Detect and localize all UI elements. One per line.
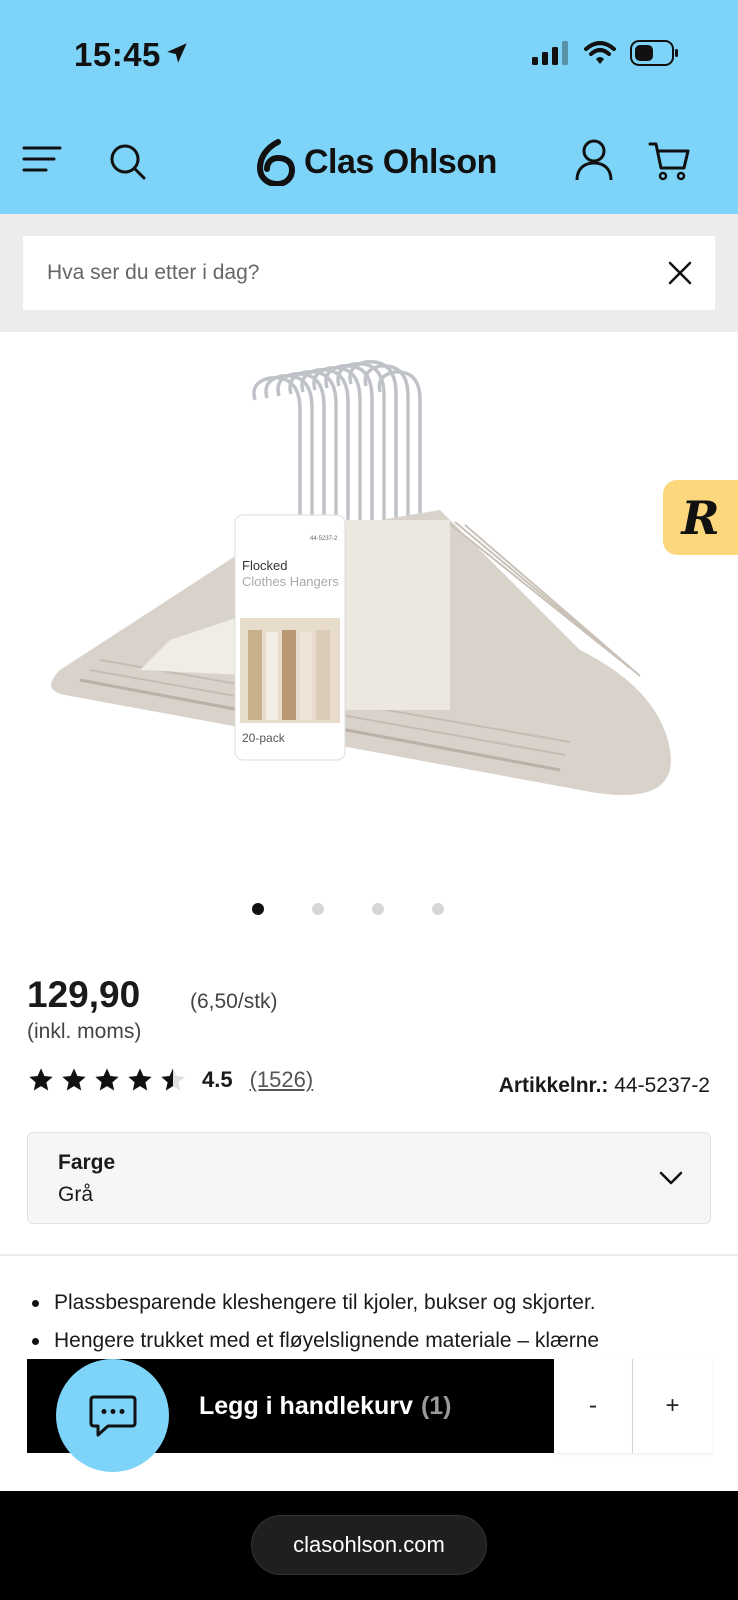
article-number: Artikkelnr.: 44-5237-2	[499, 1074, 710, 1098]
hamburger-menu-icon	[22, 146, 62, 172]
package-subtitle: Clothes Hangers	[242, 574, 339, 589]
color-label: Farge	[58, 1151, 116, 1174]
increase-quantity-button[interactable]: +	[633, 1359, 712, 1453]
section-divider	[0, 1254, 738, 1256]
cart-quantity: (1)	[420, 1391, 452, 1420]
decrease-quantity-button[interactable]: -	[554, 1359, 633, 1453]
top-navigation: Clas Ohlson	[0, 130, 738, 200]
gallery-dot-2[interactable]	[312, 903, 324, 915]
close-icon[interactable]	[667, 260, 693, 286]
hanger-hooks	[252, 360, 422, 520]
chevron-down-icon	[659, 1171, 683, 1185]
search-area	[0, 214, 738, 332]
package-article: 44-5237-2	[310, 536, 338, 542]
article-value: 44-5237-2	[614, 1074, 710, 1097]
search-input[interactable]	[23, 261, 643, 285]
unit-price: (6,50/stk)	[190, 990, 278, 1013]
package-title: Flocked	[242, 558, 288, 573]
gallery-dot-4[interactable]	[432, 903, 444, 915]
reviews-link[interactable]: (1526)	[250, 1067, 314, 1093]
account-button[interactable]	[574, 138, 614, 182]
battery-icon	[630, 40, 678, 66]
status-time: 15:45	[74, 36, 161, 73]
package-pack: 20-pack	[242, 731, 286, 745]
star-icon	[128, 1068, 152, 1091]
search-box	[23, 236, 715, 310]
search-button[interactable]	[108, 142, 148, 182]
url-bar[interactable]: clasohlson.com	[251, 1515, 487, 1575]
gallery-dot-1[interactable]	[252, 903, 264, 915]
app-header: 15:45 Clas Ohlson	[0, 0, 738, 214]
user-icon	[575, 139, 613, 181]
product-image[interactable]: Flocked Clothes Hangers 20-pack 44-5237-…	[20, 350, 720, 850]
wifi-icon	[584, 41, 616, 64]
status-indicators	[532, 40, 680, 66]
list-item: Plassbesparende kleshengere til kjoler, …	[30, 1284, 720, 1322]
reco-badge-button[interactable]: R	[663, 480, 738, 555]
product-price: 129,90	[27, 974, 141, 1015]
shopping-cart-icon	[648, 142, 690, 181]
location-arrow-icon	[167, 43, 187, 63]
clas-ohlson-logo-icon	[256, 139, 296, 186]
article-label: Artikkelnr.:	[498, 1074, 609, 1097]
reco-badge-letter: R	[681, 490, 720, 545]
color-dropdown[interactable]: Farge Grå	[27, 1132, 711, 1224]
color-value: Grå	[58, 1183, 94, 1206]
url-text: clasohlson.com	[293, 1532, 445, 1557]
half-star-icon	[161, 1068, 185, 1091]
gallery-pagination	[252, 903, 444, 915]
cart-button[interactable]	[648, 140, 690, 182]
brand-logo[interactable]: Clas Ohlson	[256, 138, 497, 186]
chat-icon	[89, 1395, 136, 1436]
menu-button[interactable]	[22, 142, 62, 176]
add-to-cart-label: Legg i handlekurv	[199, 1391, 413, 1420]
package-card: Flocked Clothes Hangers 20-pack 44-5237-…	[234, 514, 346, 761]
hanger-stack	[51, 510, 671, 795]
feature-list: Plassbesparende kleshengere til kjoler, …	[30, 1284, 720, 1360]
star-icon	[29, 1068, 53, 1091]
search-icon	[110, 144, 146, 180]
list-item: Hengere trukket med et fløyelslignende m…	[30, 1322, 720, 1360]
signal-icon	[532, 41, 568, 65]
browser-bottom-bar: clasohlson.com	[0, 1491, 738, 1600]
chat-button[interactable]	[56, 1359, 169, 1472]
star-icon	[95, 1068, 119, 1091]
product-rating[interactable]: 4.5 (1526)	[27, 1066, 313, 1094]
brand-name: Clas Ohlson	[304, 142, 497, 181]
star-icon	[62, 1068, 86, 1091]
vat-note: (inkl. moms)	[27, 1020, 142, 1043]
rating-value: 4.5	[202, 1067, 233, 1092]
gallery-dot-3[interactable]	[372, 903, 384, 915]
